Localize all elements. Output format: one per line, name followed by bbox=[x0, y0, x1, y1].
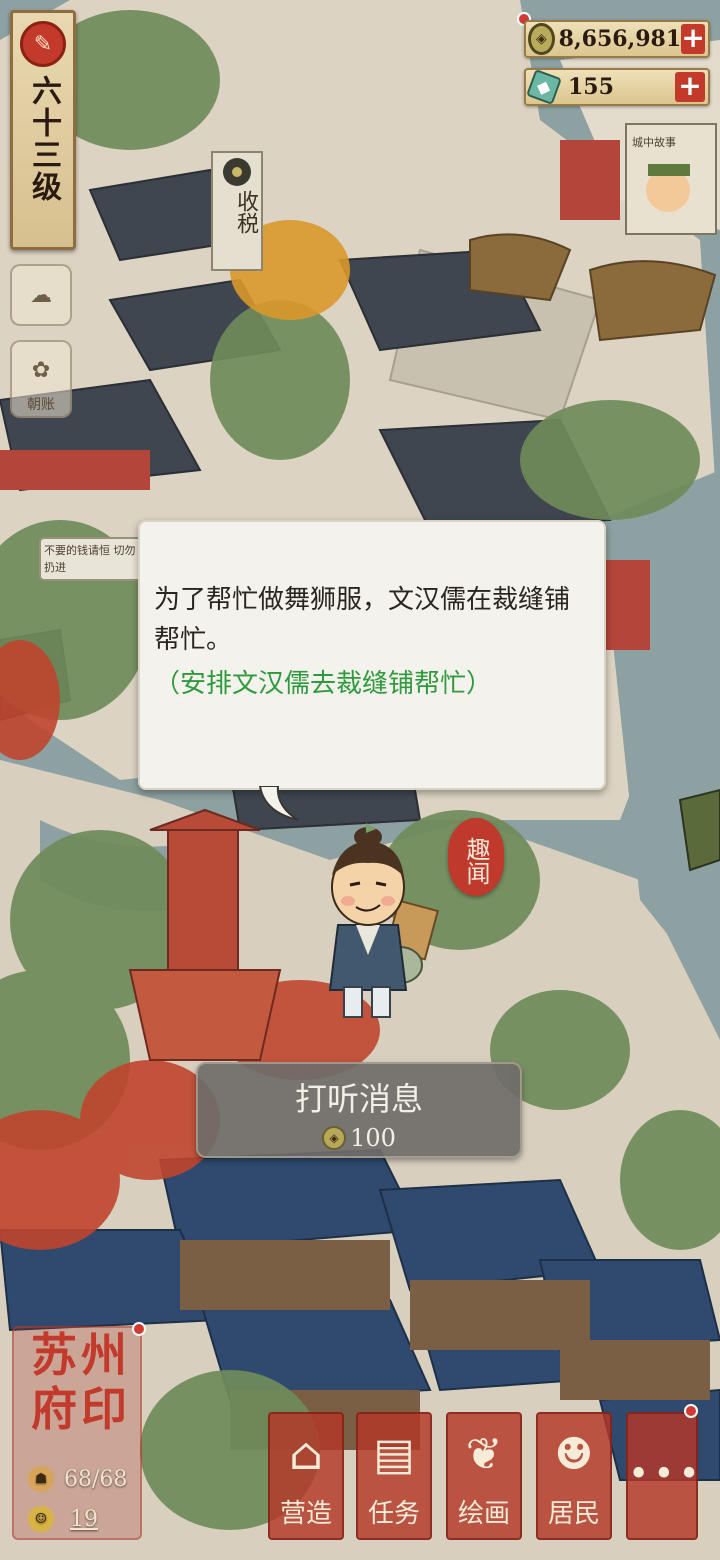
residents-icon: ☻ bbox=[554, 1429, 594, 1480]
task-icon: ▤ bbox=[373, 1429, 415, 1480]
worker-icon: ☗ bbox=[28, 1466, 54, 1492]
level-text: 六十三级 bbox=[26, 75, 61, 203]
inquire-title: 打听消息 bbox=[294, 1080, 423, 1118]
nav-painting[interactable]: ❦ 绘画 bbox=[446, 1412, 522, 1540]
add-gems-button[interactable]: + bbox=[675, 72, 705, 102]
nav-label: 任务 bbox=[367, 1499, 420, 1529]
inquire-news-button[interactable]: 打听消息 ◈ 100 bbox=[196, 1062, 522, 1158]
seal-title: 苏州府印 bbox=[31, 1328, 131, 1436]
chat-bubble-icon: ☁ bbox=[30, 282, 52, 308]
notice-board-text: 不要的钱请恒 切勿扔进 bbox=[44, 544, 136, 574]
dialog-text: 为了帮忙做舞狮服，文汉儒在裁缝铺帮忙。 bbox=[154, 585, 571, 655]
seal-stat-value: 19 bbox=[70, 1506, 98, 1532]
story-dialog[interactable]: 为了帮忙做舞狮服，文汉儒在裁缝铺帮忙。 （安排文汉儒去裁缝铺帮忙） bbox=[138, 520, 606, 821]
ledger-icon: ✿ bbox=[31, 357, 51, 383]
copper-coin-icon: ◈ bbox=[528, 23, 555, 55]
tax-sign[interactable]: 收税 bbox=[218, 190, 258, 234]
side-button-ledger[interactable]: ✿ 朝账 bbox=[10, 340, 72, 418]
nav-label: 绘画 bbox=[457, 1499, 510, 1529]
inquire-cost: ◈ 100 bbox=[198, 1124, 520, 1152]
dialog-tail bbox=[258, 786, 299, 821]
coin-amount: 8,656,981 bbox=[558, 26, 682, 52]
city-story-sign[interactable]: 城中故事 bbox=[632, 134, 676, 150]
nav-label: 营造 bbox=[279, 1499, 332, 1529]
suzhou-seal-panel[interactable]: 苏州府印 ☗ 68/68 ☺ 19 bbox=[12, 1326, 142, 1540]
coin-counter: ◈ 8,656,981 + bbox=[524, 20, 710, 58]
inquire-cost-value: 100 bbox=[350, 1124, 396, 1152]
painting-icon: ❦ bbox=[465, 1429, 503, 1480]
seal-stat-population: ☗ 68/68 bbox=[28, 1466, 127, 1492]
nav-more[interactable]: ••• bbox=[626, 1412, 704, 1540]
character-scholar[interactable] bbox=[300, 815, 440, 1025]
nav-residents[interactable]: ☻ 居民 bbox=[536, 1412, 612, 1540]
seal-stat-visitors: ☺ 19 bbox=[28, 1506, 104, 1532]
copper-coin-icon: ◈ bbox=[322, 1126, 347, 1150]
level-badge[interactable]: ✎ 六十三级 bbox=[10, 10, 76, 250]
nav-tasks[interactable]: ▤ 任务 bbox=[356, 1412, 432, 1540]
construction-icon: ⌂ bbox=[289, 1429, 323, 1480]
notification-dot bbox=[132, 1322, 146, 1336]
side-button-label: 朝账 bbox=[27, 397, 55, 413]
gem-amount: 155 bbox=[568, 74, 614, 100]
nav-label: 居民 bbox=[547, 1499, 600, 1529]
add-coins-button[interactable]: + bbox=[681, 24, 705, 54]
dialog-action-link[interactable]: （安排文汉儒去裁缝铺帮忙） bbox=[154, 664, 586, 704]
brush-icon: ✎ bbox=[20, 21, 66, 67]
face-icon: ☺ bbox=[28, 1506, 54, 1532]
seal-stat-value: 68/68 bbox=[64, 1466, 128, 1492]
gossip-tag-label: 趣闻 bbox=[462, 837, 490, 885]
jade-gem-icon: ◆ bbox=[526, 69, 562, 105]
side-button-chat[interactable]: ☁ bbox=[10, 264, 72, 326]
gossip-tag[interactable]: 趣闻 bbox=[448, 818, 504, 896]
gem-counter: ◆ 155 + bbox=[524, 68, 710, 106]
more-icon: ••• bbox=[628, 1454, 704, 1495]
notification-dot bbox=[684, 1404, 698, 1418]
nav-construction[interactable]: ⌂ 营造 bbox=[268, 1412, 344, 1540]
